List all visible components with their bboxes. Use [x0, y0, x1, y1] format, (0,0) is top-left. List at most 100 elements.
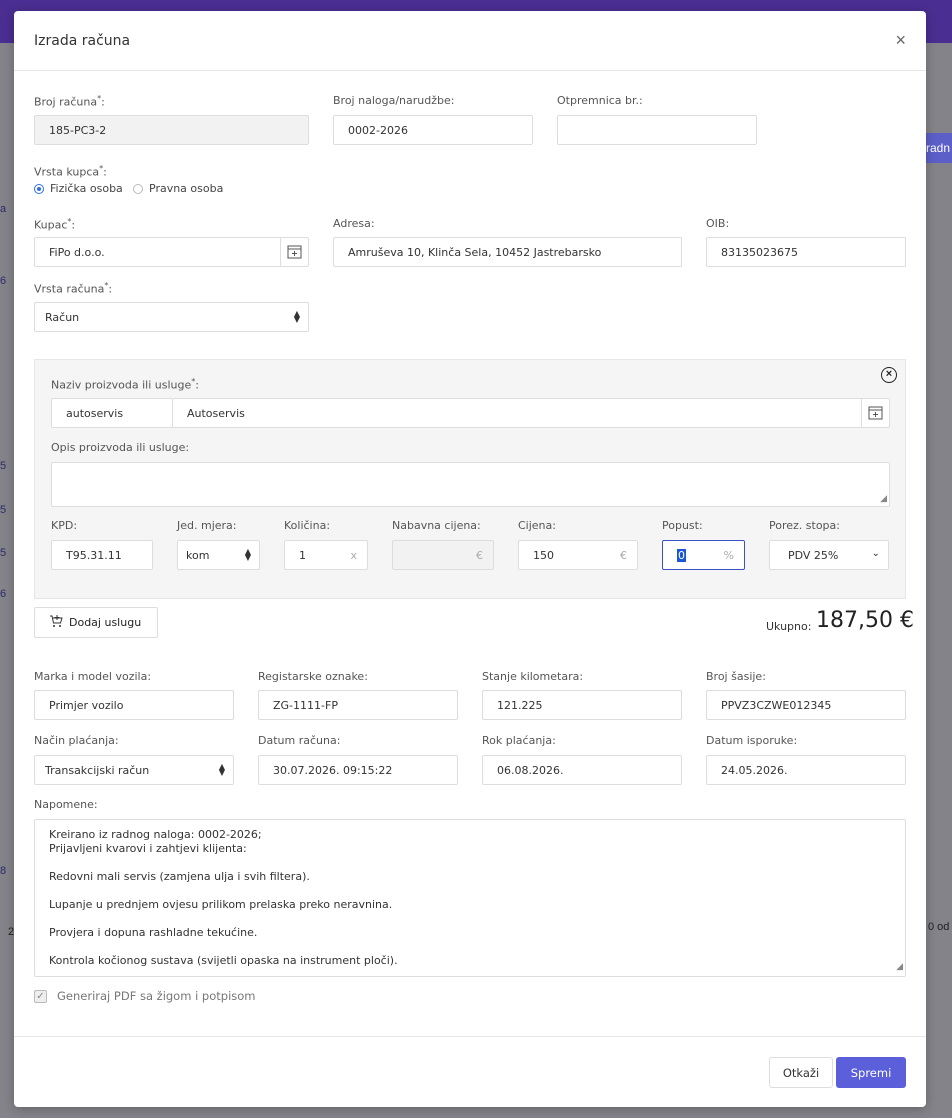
invoice-date-input[interactable]: 30.07.2026. 09:15:22	[258, 755, 458, 785]
percent-suffix: %	[723, 549, 734, 562]
delivery-date-input[interactable]: 24.05.2026.	[706, 755, 906, 785]
invoice-type-label: Vrsta računa*:	[34, 281, 113, 296]
plate-label: Registarske oznake:	[258, 670, 368, 683]
discount-label: Popust:	[662, 519, 703, 532]
due-date-label: Rok plaćanja:	[482, 734, 556, 747]
bg-fragment: 5	[0, 547, 7, 559]
product-picker-icon[interactable]	[861, 398, 889, 428]
kpd-input[interactable]: T95.31.11	[51, 540, 153, 570]
invoice-type-select[interactable]: Račun ▲ ▼	[34, 302, 309, 332]
currency-suffix: €	[476, 549, 483, 562]
select-arrow-icon: ▲ ▼	[244, 547, 251, 562]
bg-fragment: 0 od	[928, 921, 950, 933]
vehicle-model-label: Marka i model vozila:	[34, 670, 152, 683]
radio-unselected-icon[interactable]	[133, 183, 143, 194]
delivery-note-label: Otpremnica br.:	[557, 94, 643, 107]
invoice-no-input[interactable]: 185-PC3-2	[34, 115, 309, 145]
cart-icon	[49, 614, 63, 631]
modal-title: Izrada računa	[34, 32, 131, 49]
radio-physical-person[interactable]: Fizička osoba	[34, 182, 123, 195]
invoice-modal: Izrada računa × Broj računa*: 185-PC3-2 …	[14, 11, 926, 1107]
select-arrow-icon: ▲ ▼	[293, 309, 300, 324]
mileage-label: Stanje kilometara:	[482, 670, 584, 683]
due-date-input[interactable]: 06.08.2026.	[482, 755, 682, 785]
address-input[interactable]: Amruševa 10, Klinča Sela, 10452 Jastreba…	[333, 237, 682, 267]
price-label: Cijena:	[518, 519, 556, 532]
bg-fragment: 6	[0, 275, 7, 287]
cancel-button[interactable]: Otkaži	[769, 1057, 833, 1088]
chevron-down-icon: ⌄	[871, 548, 880, 559]
price-input[interactable]: 150 €	[518, 540, 638, 570]
total-label: Ukupno:	[766, 620, 812, 633]
product-desc-textarea[interactable]: ◢	[51, 462, 890, 507]
product-name-label: Naziv proizvoda ili usluge*:	[51, 377, 199, 392]
payment-method-select[interactable]: Transakcijski račun ▲ ▼	[34, 755, 234, 785]
bg-fragment: a	[0, 203, 7, 215]
radio-legal-person[interactable]: Pravna osoba	[133, 182, 223, 195]
address-label: Adresa:	[333, 217, 375, 230]
close-icon[interactable]: ×	[895, 31, 906, 49]
notes-line: Prijavljeni kvarovi i zahtjevi klijenta:	[49, 842, 247, 855]
notes-textarea[interactable]: Kreirano iz radnog naloga: 0002-2026; Pr…	[34, 819, 906, 977]
notes-line: Lupanje u prednjem ovjesu prilikom prela…	[49, 898, 393, 911]
footer-divider	[14, 1036, 926, 1037]
customer-label: Kupac*:	[34, 217, 76, 232]
purchase-price-label: Nabavna cijena:	[392, 519, 481, 532]
tax-rate-label: Porez. stopa:	[769, 519, 840, 532]
vin-input[interactable]: PPVZ3CZWE012345	[706, 690, 906, 720]
checkbox-checked-icon[interactable]: ✓	[34, 989, 47, 1003]
oib-label: OIB:	[706, 217, 730, 230]
product-panel: × Naziv proizvoda ili usluge*: autoservi…	[34, 359, 906, 599]
customer-type-label: Vrsta kupca*:	[34, 164, 107, 179]
bg-fragment: 8	[0, 865, 7, 877]
delivery-note-input[interactable]	[557, 115, 757, 145]
radio-selected-icon[interactable]	[34, 183, 44, 194]
notes-label: Napomene:	[34, 798, 98, 811]
pdf-checkbox-row[interactable]: ✓ Generiraj PDF sa žigom i potpisom	[34, 989, 256, 1003]
bg-fragment: 5	[0, 504, 7, 516]
order-no-label: Broj naloga/narudžbe:	[333, 94, 455, 107]
resize-grip-icon[interactable]: ◢	[896, 960, 903, 974]
unit-label: Jed. mjera:	[177, 519, 237, 532]
pdf-checkbox-label: Generiraj PDF sa žigom i potpisom	[57, 989, 256, 1003]
product-name-input[interactable]: Autoservis	[172, 398, 890, 428]
qty-input[interactable]: 1 x	[284, 540, 368, 570]
select-arrow-icon: ▲ ▼	[218, 762, 225, 777]
purchase-price-input[interactable]: €	[392, 540, 494, 570]
product-desc-label: Opis proizvoda ili usluge:	[51, 441, 190, 454]
save-button[interactable]: Spremi	[836, 1057, 906, 1088]
kpd-label: KPD:	[51, 519, 78, 532]
vin-label: Broj šasije:	[706, 670, 766, 683]
order-no-input[interactable]: 0002-2026	[333, 115, 533, 145]
oib-input[interactable]: 83135023675	[706, 237, 906, 267]
invoice-date-label: Datum računa:	[258, 734, 341, 747]
plate-input[interactable]: ZG-1111-FP	[258, 690, 458, 720]
customer-picker-icon[interactable]	[280, 237, 308, 267]
payment-method-label: Način plaćanja:	[34, 734, 119, 747]
notes-line: Redovni mali servis (zamjena ulja i svih…	[49, 870, 310, 883]
qty-label: Količina:	[284, 519, 331, 532]
discount-input[interactable]: 0 %	[662, 540, 745, 570]
vehicle-model-input[interactable]: Primjer vozilo	[34, 690, 234, 720]
radio-label: Fizička osoba	[50, 182, 123, 195]
add-service-label: Dodaj uslugu	[69, 616, 142, 629]
customer-input[interactable]: FiPo d.o.o.	[34, 237, 309, 267]
delivery-date-label: Datum isporuke:	[706, 734, 798, 747]
total-value: 187,50 €	[816, 608, 914, 633]
qty-suffix: x	[350, 549, 357, 562]
invoice-no-label: Broj računa*:	[34, 94, 105, 109]
notes-line: Kreirano iz radnog naloga: 0002-2026;	[49, 828, 262, 841]
add-service-button[interactable]: Dodaj uslugu	[34, 607, 158, 638]
unit-select[interactable]: kom ▲ ▼	[177, 540, 260, 570]
notes-line: Provjera i dopuna rashladne tekućine.	[49, 926, 258, 939]
bg-fragment: 6	[0, 588, 7, 600]
mileage-input[interactable]: 121.225	[482, 690, 682, 720]
remove-item-icon[interactable]: ×	[881, 367, 897, 383]
product-code-input[interactable]: autoservis	[51, 398, 173, 428]
resize-grip-icon[interactable]: ◢	[880, 494, 887, 504]
bg-fragment: 5	[0, 460, 7, 472]
notes-line: Kontrola kočionog sustava (svijetli opas…	[49, 954, 398, 967]
tax-rate-select[interactable]: PDV 25% ⌄	[769, 540, 889, 570]
currency-suffix: €	[620, 549, 627, 562]
modal-header: Izrada računa ×	[14, 11, 926, 71]
